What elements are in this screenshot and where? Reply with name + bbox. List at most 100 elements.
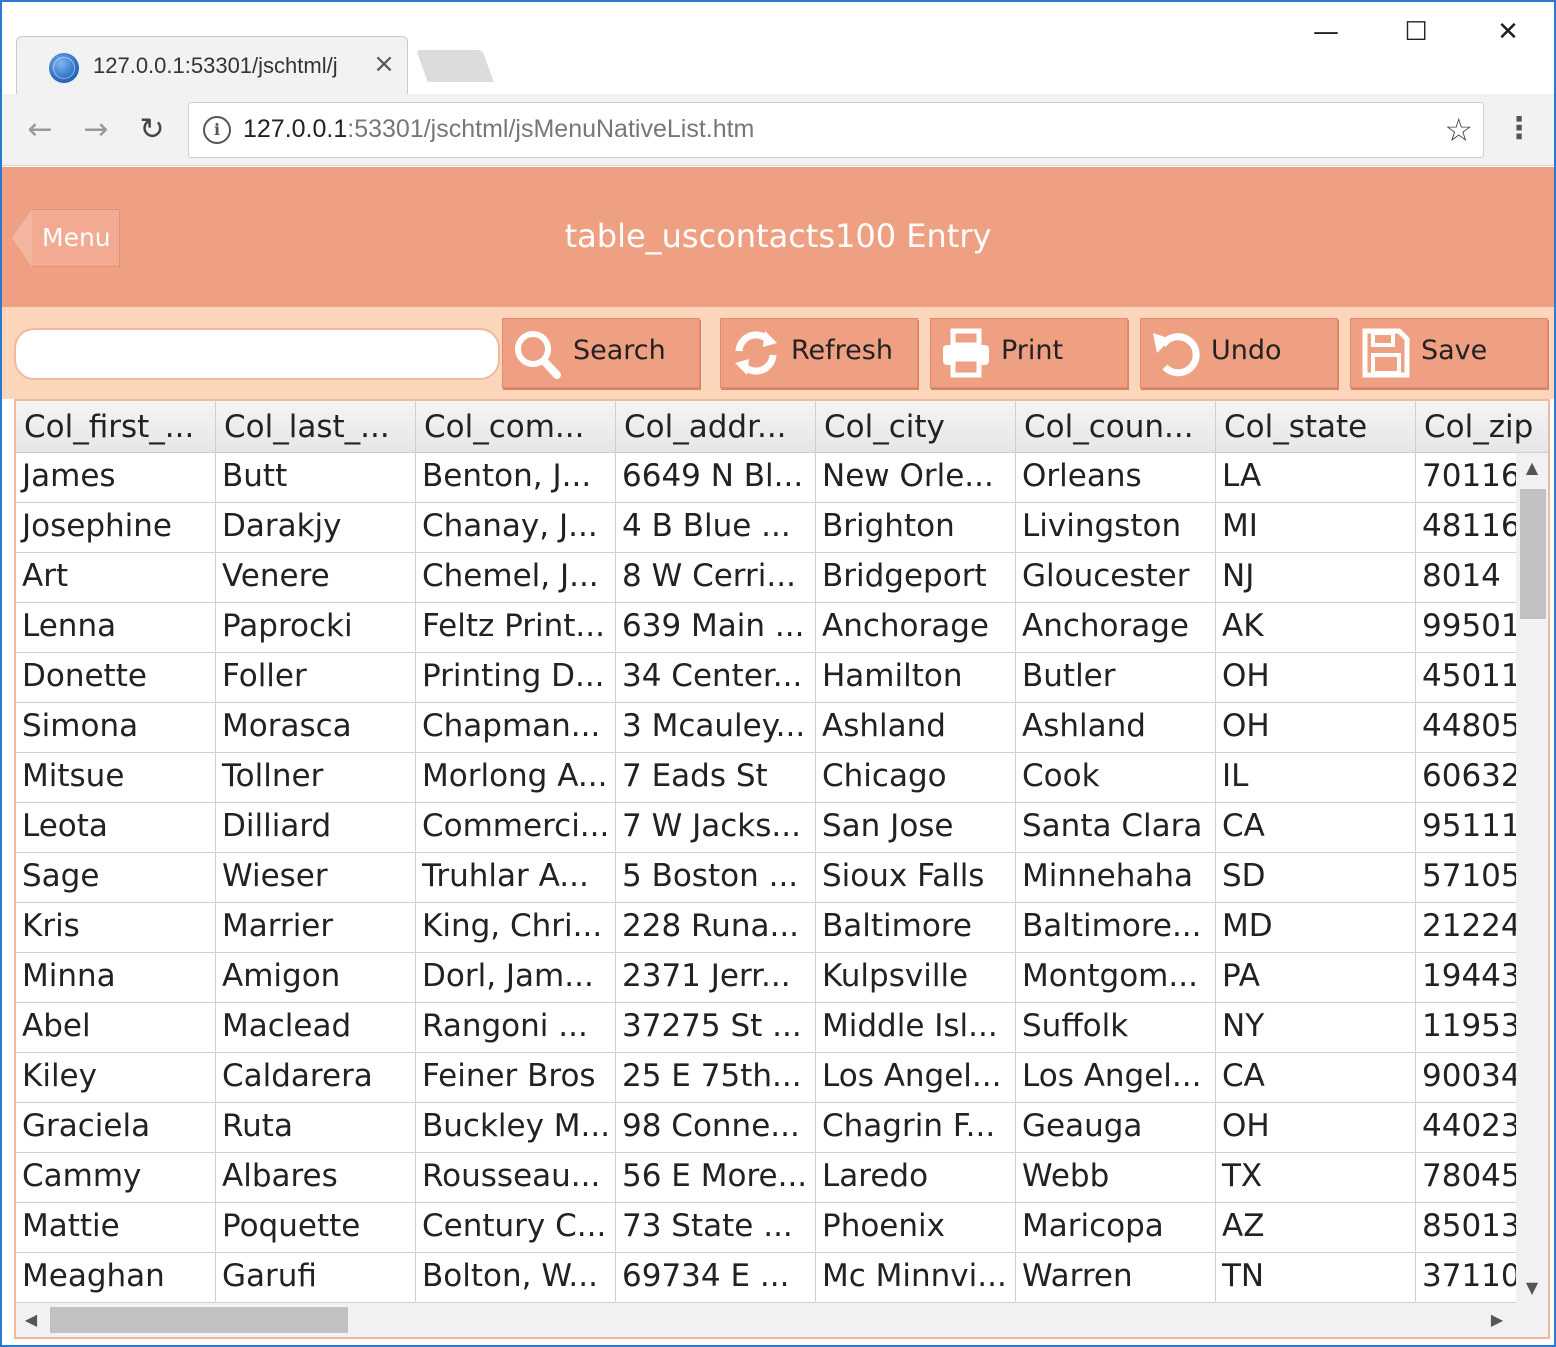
table-cell[interactable]: 85013 [1416,1203,1516,1253]
table-cell[interactable]: Abel [16,1003,216,1053]
search-input[interactable] [14,328,500,380]
table-cell[interactable]: 639 Main ... [616,603,816,653]
table-row[interactable]: Abel Maclead Rangoni ... 37275 St ... Middle… [16,1003,1516,1053]
table-row[interactable]: Kris Marrier King, Chri... 228 Runa... Balti… [16,903,1516,953]
reload-icon[interactable]: ↻ [132,110,172,150]
table-cell[interactable]: AK [1216,603,1416,653]
table-cell[interactable]: SD [1216,853,1416,903]
table-cell[interactable]: Hamilton [816,653,1016,703]
column-header[interactable]: Col_city [816,401,1016,453]
table-cell[interactable]: 7 W Jacks... [616,803,816,853]
table-cell[interactable]: 2371 Jerr... [616,953,816,1003]
column-header[interactable]: Col_zip [1416,401,1548,453]
table-cell[interactable]: 48116 [1416,503,1516,553]
table-cell[interactable]: 34 Center... [616,653,816,703]
table-cell[interactable]: Lenna [16,603,216,653]
table-cell[interactable]: Chanay, J... [416,503,616,553]
table-cell[interactable]: 8014 [1416,553,1516,603]
table-cell[interactable]: Cammy [16,1153,216,1203]
table-cell[interactable]: Morlong A... [416,753,616,803]
table-cell[interactable]: Geauga [1016,1103,1216,1153]
table-cell[interactable]: Sioux Falls [816,853,1016,903]
table-cell[interactable]: Chemel, J... [416,553,616,603]
table-cell[interactable]: Rangoni ... [416,1003,616,1053]
table-cell[interactable]: Maricopa [1016,1203,1216,1253]
table-cell[interactable]: 6649 N Bl... [616,453,816,503]
table-cell[interactable]: Baltimore... [1016,903,1216,953]
table-cell[interactable]: 70116 [1416,453,1516,503]
forward-arrow-icon[interactable]: → [76,110,116,150]
table-cell[interactable]: Morasca [216,703,416,753]
table-cell[interactable]: Laredo [816,1153,1016,1203]
table-cell[interactable]: Amigon [216,953,416,1003]
table-cell[interactable]: Century C... [416,1203,616,1253]
table-cell[interactable]: James [16,453,216,503]
table-cell[interactable]: Brighton [816,503,1016,553]
table-row[interactable]: Josephine Darakjy Chanay, J... 4 B Blue ...… [16,503,1516,553]
scroll-left-icon[interactable]: ◀ [16,1303,46,1337]
table-cell[interactable]: 78045 [1416,1153,1516,1203]
table-cell[interactable]: 8 W Cerri... [616,553,816,603]
column-header[interactable]: Col_coun... [1016,401,1216,453]
table-cell[interactable]: Feltz Print... [416,603,616,653]
table-cell[interactable]: Printing D... [416,653,616,703]
table-cell[interactable]: 228 Runa... [616,903,816,953]
column-header[interactable]: Col_addr... [616,401,816,453]
table-cell[interactable]: Donette [16,653,216,703]
table-cell[interactable]: 21224 [1416,903,1516,953]
column-header[interactable]: Col_state [1216,401,1416,453]
table-cell[interactable]: Dorl, Jam... [416,953,616,1003]
table-cell[interactable]: Butt [216,453,416,503]
table-cell[interactable]: King, Chri... [416,903,616,953]
table-cell[interactable]: PA [1216,953,1416,1003]
info-icon[interactable]: i [203,116,231,144]
table-cell[interactable]: Webb [1016,1153,1216,1203]
table-cell[interactable]: Los Angel... [1016,1053,1216,1103]
table-cell[interactable]: Chagrin F... [816,1103,1016,1153]
table-cell[interactable]: Simona [16,703,216,753]
table-cell[interactable]: Kulpsville [816,953,1016,1003]
table-cell[interactable]: Santa Clara [1016,803,1216,853]
tab-close-icon[interactable]: × [369,49,399,79]
table-cell[interactable]: 73 State ... [616,1203,816,1253]
browser-menu-icon[interactable]: ⋮ [1504,112,1534,152]
minimize-icon[interactable]: — [1296,12,1356,52]
table-cell[interactable]: Cook [1016,753,1216,803]
table-row[interactable]: Donette Foller Printing D... 34 Center... Ha… [16,653,1516,703]
table-cell[interactable]: Wieser [216,853,416,903]
scroll-down-icon[interactable]: ▼ [1516,1273,1548,1303]
table-row[interactable]: Lenna Paprocki Feltz Print... 639 Main ... A… [16,603,1516,653]
table-cell[interactable]: Tollner [216,753,416,803]
save-button[interactable]: Save [1350,318,1548,388]
table-row[interactable]: Meaghan Garufi Bolton, W... 69734 E ... Mc M… [16,1253,1516,1303]
table-cell[interactable]: Mc Minnvi... [816,1253,1016,1303]
table-cell[interactable]: MD [1216,903,1416,953]
table-cell[interactable]: Poquette [216,1203,416,1253]
table-row[interactable]: Kiley Caldarera Feiner Bros 25 E 75th... Los… [16,1053,1516,1103]
table-cell[interactable]: 11953 [1416,1003,1516,1053]
table-cell[interactable]: Caldarera [216,1053,416,1103]
table-cell[interactable]: 57105 [1416,853,1516,903]
table-cell[interactable]: Meaghan [16,1253,216,1303]
table-cell[interactable]: CA [1216,803,1416,853]
table-cell[interactable]: 56 E More... [616,1153,816,1203]
table-cell[interactable]: 95111 [1416,803,1516,853]
table-cell[interactable]: Paprocki [216,603,416,653]
table-cell[interactable]: Benton, J... [416,453,616,503]
table-cell[interactable]: Mitsue [16,753,216,803]
table-cell[interactable]: Rousseau... [416,1153,616,1203]
table-cell[interactable]: 99501 [1416,603,1516,653]
close-window-icon[interactable]: ✕ [1478,12,1538,52]
new-tab-button[interactable] [416,50,494,82]
table-cell[interactable]: 37275 St ... [616,1003,816,1053]
table-cell[interactable]: Garufi [216,1253,416,1303]
column-header[interactable]: Col_first_... [16,401,216,453]
table-cell[interactable]: Los Angel... [816,1053,1016,1103]
table-cell[interactable]: 45011 [1416,653,1516,703]
table-row[interactable]: Art Venere Chemel, J... 8 W Cerri... Bridgep… [16,553,1516,603]
table-row[interactable]: Cammy Albares Rousseau... 56 E More... Lared… [16,1153,1516,1203]
table-cell[interactable]: Bridgeport [816,553,1016,603]
table-cell[interactable]: Albares [216,1153,416,1203]
table-cell[interactable]: Leota [16,803,216,853]
maximize-icon[interactable]: ☐ [1386,12,1446,52]
